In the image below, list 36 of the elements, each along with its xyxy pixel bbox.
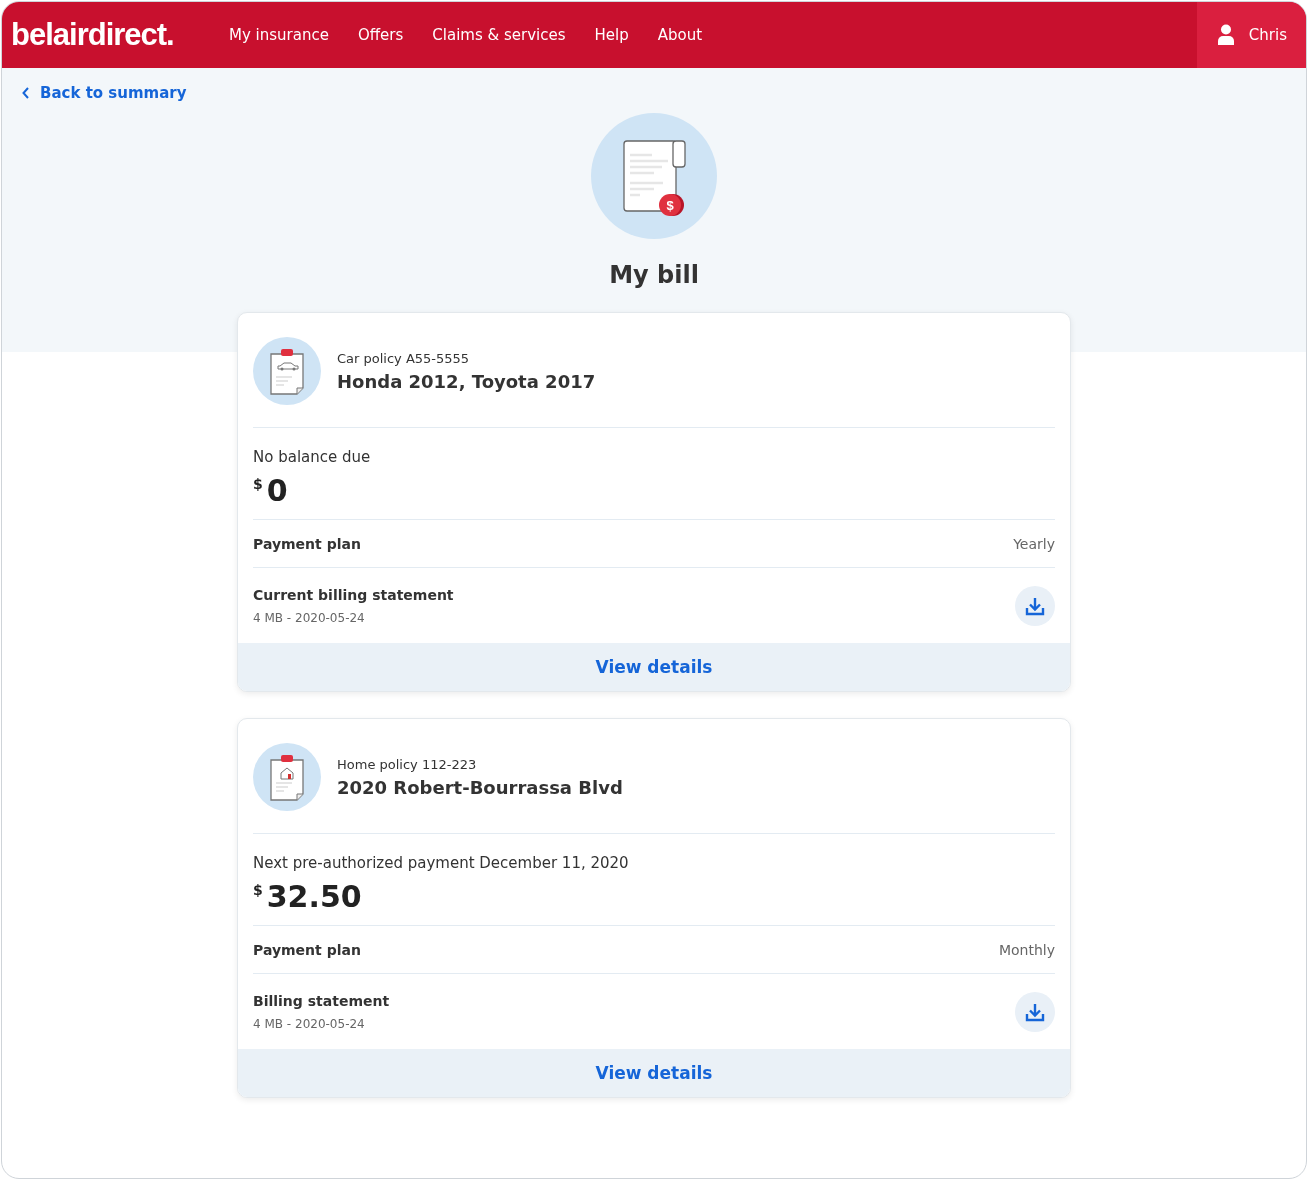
view-details-button[interactable]: View details	[238, 1049, 1070, 1097]
payment-plan-label: Payment plan	[253, 535, 361, 552]
payment-plan-value: Monthly	[998, 941, 1055, 958]
payment-plan-value: Yearly	[1013, 535, 1055, 552]
nav-link[interactable]: About	[657, 26, 703, 44]
policy-number: Home policy 112-223	[337, 756, 478, 772]
policy-name: Honda 2012, Toyota 2017	[337, 370, 596, 392]
download-icon	[1025, 595, 1045, 616]
user-icon	[1216, 24, 1235, 46]
nav-link[interactable]: Help	[594, 26, 629, 44]
car-clipboard-icon	[253, 337, 321, 405]
balance-status: No balance due	[253, 448, 372, 466]
view-details-button[interactable]: View details	[238, 643, 1070, 691]
brand-logo[interactable]: belairdirect.	[2, 17, 229, 53]
statement-meta: 4 MB - 2020-05-24	[253, 610, 366, 625]
statement-meta: 4 MB - 2020-05-24	[253, 1016, 366, 1031]
policy-number: Car policy A55-5555	[337, 350, 471, 366]
nav-link[interactable]: Offers	[357, 26, 404, 44]
statement-label: Current billing statement	[253, 586, 454, 603]
payment-plan-label: Payment plan	[253, 941, 361, 958]
nav-link[interactable]: Claims & services	[432, 26, 566, 44]
back-link[interactable]: Back to summary	[22, 84, 187, 102]
download-icon	[1025, 1001, 1045, 1022]
balance-amount: $^{$}$32.50	[253, 879, 363, 914]
page-title: My bill	[609, 261, 699, 289]
balance-status: Next pre-authorized payment December 11, 2020	[253, 854, 630, 872]
chevron-left-icon	[22, 87, 30, 99]
download-button[interactable]	[1015, 585, 1055, 626]
home-clipboard-icon	[253, 743, 321, 811]
user-menu-button[interactable]: Chris	[1196, 2, 1306, 68]
download-button[interactable]	[1015, 991, 1055, 1032]
balance-amount: $^{$}$0	[253, 473, 289, 508]
policy-name: 2020 Robert-Bourrassa Blvd	[337, 776, 623, 798]
nav-link[interactable]: My insurance	[229, 26, 329, 44]
statement-label: Billing statement	[253, 992, 390, 1009]
bill-illustration: $	[591, 113, 717, 239]
